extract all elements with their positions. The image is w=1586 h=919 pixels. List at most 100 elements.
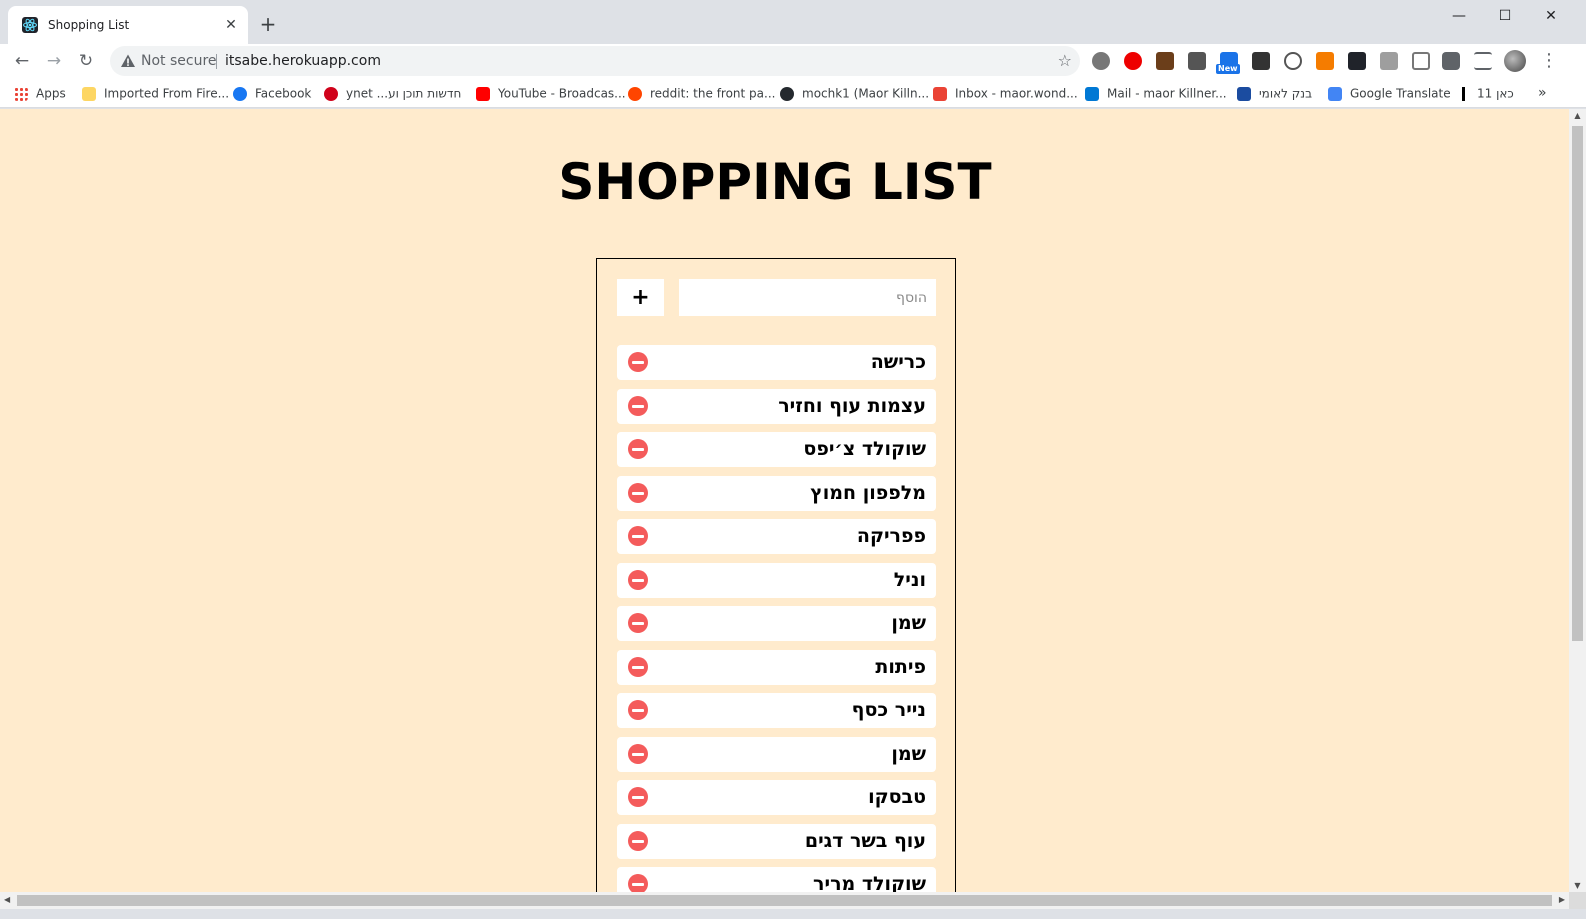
- list-item-label: כרישה: [870, 351, 926, 373]
- new-tab-button[interactable]: +: [258, 14, 278, 34]
- remove-item-icon[interactable]: [628, 439, 648, 459]
- gmail-icon: [933, 86, 947, 101]
- minimize-button[interactable]: —: [1436, 4, 1482, 28]
- extension-3-icon[interactable]: [1156, 52, 1174, 70]
- add-item-button[interactable]: +: [617, 279, 664, 316]
- folder-icon: [82, 86, 96, 101]
- list-item: נייר כסף: [617, 693, 936, 728]
- list-item: שמן: [617, 737, 936, 772]
- bookmark-star-icon[interactable]: ☆: [1058, 46, 1072, 76]
- bookmark-imported-folder[interactable]: Imported From Fire...: [82, 84, 229, 102]
- remove-item-icon[interactable]: [628, 352, 648, 372]
- remove-item-icon[interactable]: [628, 831, 648, 851]
- url-text[interactable]: itsabe.herokuapp.com: [225, 46, 381, 76]
- extension-7-icon[interactable]: [1284, 52, 1302, 70]
- active-tab[interactable]: Shopping List ✕: [8, 6, 248, 44]
- remove-item-icon[interactable]: [628, 787, 648, 807]
- bookmark-youtube[interactable]: YouTube - Broadcas...: [476, 84, 626, 102]
- list-item-label: עוף בשר דגים: [804, 830, 926, 852]
- tab-title: Shopping List: [48, 18, 130, 32]
- scroll-up-arrow-icon[interactable]: ▲: [1569, 111, 1586, 120]
- bookmark-gmail[interactable]: Inbox - maor.wond...: [933, 84, 1078, 102]
- vertical-scrollbar[interactable]: ▲ ▼: [1569, 109, 1586, 892]
- list-item-label: וניל: [893, 569, 926, 591]
- list-item: שוקולד צ׳יפס: [617, 432, 936, 467]
- bookmark-ynet[interactable]: ynet ...חדשות תוכן וע: [324, 84, 461, 102]
- list-item: מלפפון חמוץ: [617, 476, 936, 511]
- omnibox-divider: [216, 54, 217, 69]
- browser-toolbar: ← → ↻ Not secure itsabe.herokuapp.com ☆ …: [0, 44, 1586, 78]
- maximize-button[interactable]: ☐: [1482, 4, 1528, 28]
- list-item-label: שמן: [891, 743, 926, 765]
- list-item-label: שמן: [891, 612, 926, 634]
- bookmark-google-translate[interactable]: Google Translate: [1328, 84, 1451, 102]
- list-item: שוקולד מריר: [617, 867, 936, 892]
- list-item-label: מלפפון חמוץ: [810, 482, 926, 504]
- megaphone-ext-icon[interactable]: [1188, 52, 1206, 70]
- list-item-label: פפריקה: [856, 525, 926, 547]
- tab-close-icon[interactable]: ✕: [222, 16, 240, 34]
- ynet-icon: [324, 86, 338, 101]
- remove-item-icon[interactable]: [628, 396, 648, 416]
- list-item-label: שוקולד צ׳יפס: [803, 438, 926, 460]
- list-item: עצמות עוף וחזיר: [617, 389, 936, 424]
- add-item-input[interactable]: [679, 279, 936, 316]
- page-title: SHOPPING LIST: [558, 153, 992, 211]
- address-bar[interactable]: Not secure itsabe.herokuapp.com ☆: [110, 46, 1080, 76]
- security-label[interactable]: Not secure: [141, 46, 217, 76]
- horizontal-scroll-thumb[interactable]: [17, 895, 1552, 906]
- profile-avatar[interactable]: [1504, 50, 1526, 72]
- extension-11-icon[interactable]: [1412, 52, 1430, 70]
- list-item: וניל: [617, 563, 936, 598]
- remove-item-icon[interactable]: [628, 570, 648, 590]
- list-item: פיתות: [617, 650, 936, 685]
- back-arrow-icon[interactable]: ←: [10, 49, 34, 73]
- close-window-button[interactable]: ✕: [1528, 4, 1574, 28]
- page-viewport: SHOPPING LIST + כרישה עצמות עוף וחזיר שו…: [0, 109, 1569, 892]
- list-item: טבסקו: [617, 780, 936, 815]
- scroll-down-arrow-icon[interactable]: ▼: [1569, 881, 1586, 890]
- outlook-icon: [1085, 86, 1099, 101]
- bookmark-bank-leumi[interactable]: בנק לאומי: [1237, 84, 1312, 102]
- scrollbar-corner: [1569, 892, 1586, 909]
- remove-item-icon[interactable]: [628, 744, 648, 764]
- scroll-right-arrow-icon[interactable]: ▶: [1559, 895, 1565, 904]
- reload-icon[interactable]: ↻: [74, 49, 98, 73]
- extension-1-icon[interactable]: [1092, 52, 1110, 70]
- apps-grid-icon: [14, 86, 28, 101]
- list-item-label: נייר כסף: [851, 699, 926, 721]
- bookmarks-overflow-chevron-icon[interactable]: »: [1538, 84, 1547, 102]
- remove-item-icon[interactable]: [628, 657, 648, 677]
- vertical-scroll-thumb[interactable]: [1572, 126, 1583, 641]
- remove-item-icon[interactable]: [628, 526, 648, 546]
- chrome-menu-icon[interactable]: ⋮: [1540, 48, 1558, 74]
- scroll-left-arrow-icon[interactable]: ◀: [4, 895, 10, 904]
- extension-10-icon[interactable]: [1380, 52, 1398, 70]
- react-favicon-icon: [22, 17, 38, 33]
- download-ext-icon[interactable]: [1316, 52, 1334, 70]
- horizontal-scrollbar[interactable]: ◀ ▶: [0, 892, 1569, 909]
- remove-item-icon[interactable]: [628, 700, 648, 720]
- bookmark-outlook[interactable]: Mail - maor Killner...: [1085, 84, 1227, 102]
- list-item: שמן: [617, 606, 936, 641]
- forward-arrow-icon[interactable]: →: [42, 49, 66, 73]
- react-devtools-ext-icon[interactable]: [1348, 52, 1366, 70]
- reading-list-icon[interactable]: [1474, 52, 1492, 70]
- facebook-icon: [233, 86, 247, 101]
- github-icon: [780, 86, 794, 101]
- tampermonkey-ext-icon[interactable]: [1252, 52, 1270, 70]
- bookmark-kan11[interactable]: כאן 11: [1462, 84, 1514, 102]
- bookmark-apps[interactable]: Apps: [14, 84, 66, 102]
- remove-item-icon[interactable]: [628, 483, 648, 503]
- list-item-label: טבסקו: [868, 786, 926, 808]
- remove-item-icon[interactable]: [628, 874, 648, 892]
- remove-item-icon[interactable]: [628, 613, 648, 633]
- opera-ext-icon[interactable]: [1124, 52, 1142, 70]
- bookmark-github[interactable]: mochk1 (Maor Killn...: [780, 84, 929, 102]
- bookmark-facebook[interactable]: Facebook: [233, 84, 311, 102]
- warning-triangle-icon: [121, 54, 135, 67]
- list-item-label: פיתות: [875, 656, 926, 678]
- bookmark-reddit[interactable]: reddit: the front pa...: [628, 84, 775, 102]
- list-item: פפריקה: [617, 519, 936, 554]
- puzzle-extensions-icon[interactable]: [1442, 52, 1460, 70]
